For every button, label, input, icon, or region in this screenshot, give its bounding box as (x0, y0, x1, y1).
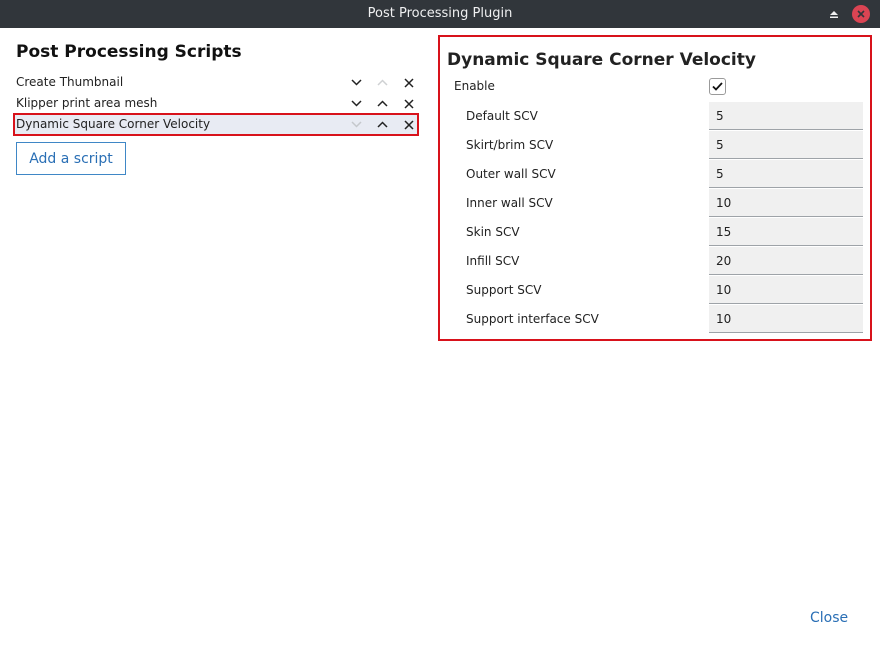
script-item-klipper-print-area-mesh[interactable]: Klipper print area mesh (14, 93, 418, 114)
setting-label: Skin SCV (466, 225, 520, 239)
chevron-down-icon (351, 79, 362, 86)
script-label: Klipper print area mesh (16, 96, 158, 110)
setting-inner-wall-scv: Inner wall SCV (466, 189, 864, 217)
close-icon (403, 119, 414, 130)
close-button[interactable]: Close (810, 610, 848, 626)
setting-support-interface-scv: Support interface SCV (466, 305, 864, 333)
close-icon (403, 98, 414, 109)
enable-checkbox[interactable] (709, 78, 726, 95)
setting-label: Infill SCV (466, 254, 520, 268)
chevron-up-icon (377, 121, 388, 128)
script-item-dynamic-square-corner-velocity[interactable]: Dynamic Square Corner Velocity (13, 113, 419, 136)
setting-input[interactable] (709, 102, 863, 130)
setting-input[interactable] (709, 276, 863, 304)
setting-default-scv: Default SCV (466, 102, 864, 130)
setting-input[interactable] (709, 189, 863, 217)
close-window-button[interactable] (852, 5, 870, 23)
setting-label: Inner wall SCV (466, 196, 553, 210)
chevron-up-icon (377, 100, 388, 107)
setting-outer-wall-scv: Outer wall SCV (466, 160, 864, 188)
script-item-create-thumbnail[interactable]: Create Thumbnail (14, 72, 418, 93)
window-title: Post Processing Plugin (367, 6, 513, 21)
chevron-down-icon (351, 121, 362, 128)
move-up-button[interactable] (374, 95, 391, 112)
setting-support-scv: Support SCV (466, 276, 864, 304)
plugin-window: Post Processing Plugin Post Processing S… (0, 0, 880, 653)
setting-label: Outer wall SCV (466, 167, 556, 181)
maximize-icon (830, 11, 838, 18)
setting-input[interactable] (709, 247, 863, 275)
chevron-up-icon (377, 79, 388, 86)
close-icon (403, 77, 414, 88)
close-icon (857, 10, 865, 18)
remove-script-button[interactable] (400, 116, 417, 133)
scripts-panel-title: Post Processing Scripts (16, 42, 242, 62)
move-up-button[interactable] (374, 74, 391, 91)
checkmark-icon (712, 82, 723, 91)
remove-script-button[interactable] (400, 95, 417, 112)
enable-label: Enable (454, 79, 495, 93)
setting-input[interactable] (709, 218, 863, 246)
script-label: Create Thumbnail (16, 75, 124, 89)
settings-title: Dynamic Square Corner Velocity (447, 50, 756, 70)
setting-skirt-brim-scv: Skirt/brim SCV (466, 131, 864, 159)
setting-label: Skirt/brim SCV (466, 138, 554, 152)
setting-input[interactable] (709, 305, 863, 333)
setting-label: Support interface SCV (466, 312, 599, 326)
setting-input[interactable] (709, 160, 863, 188)
script-label: Dynamic Square Corner Velocity (16, 117, 211, 131)
setting-label: Support SCV (466, 283, 542, 297)
move-down-button[interactable] (348, 95, 365, 112)
setting-skin-scv: Skin SCV (466, 218, 864, 246)
setting-infill-scv: Infill SCV (466, 247, 864, 275)
move-down-button[interactable] (348, 74, 365, 91)
move-up-button[interactable] (374, 116, 391, 133)
setting-input[interactable] (709, 131, 863, 159)
maximize-button[interactable] (825, 5, 843, 23)
move-down-button[interactable] (348, 116, 365, 133)
remove-script-button[interactable] (400, 74, 417, 91)
title-bar[interactable]: Post Processing Plugin (0, 0, 880, 28)
setting-label: Default SCV (466, 109, 538, 123)
chevron-down-icon (351, 100, 362, 107)
add-script-button[interactable]: Add a script (16, 142, 126, 175)
